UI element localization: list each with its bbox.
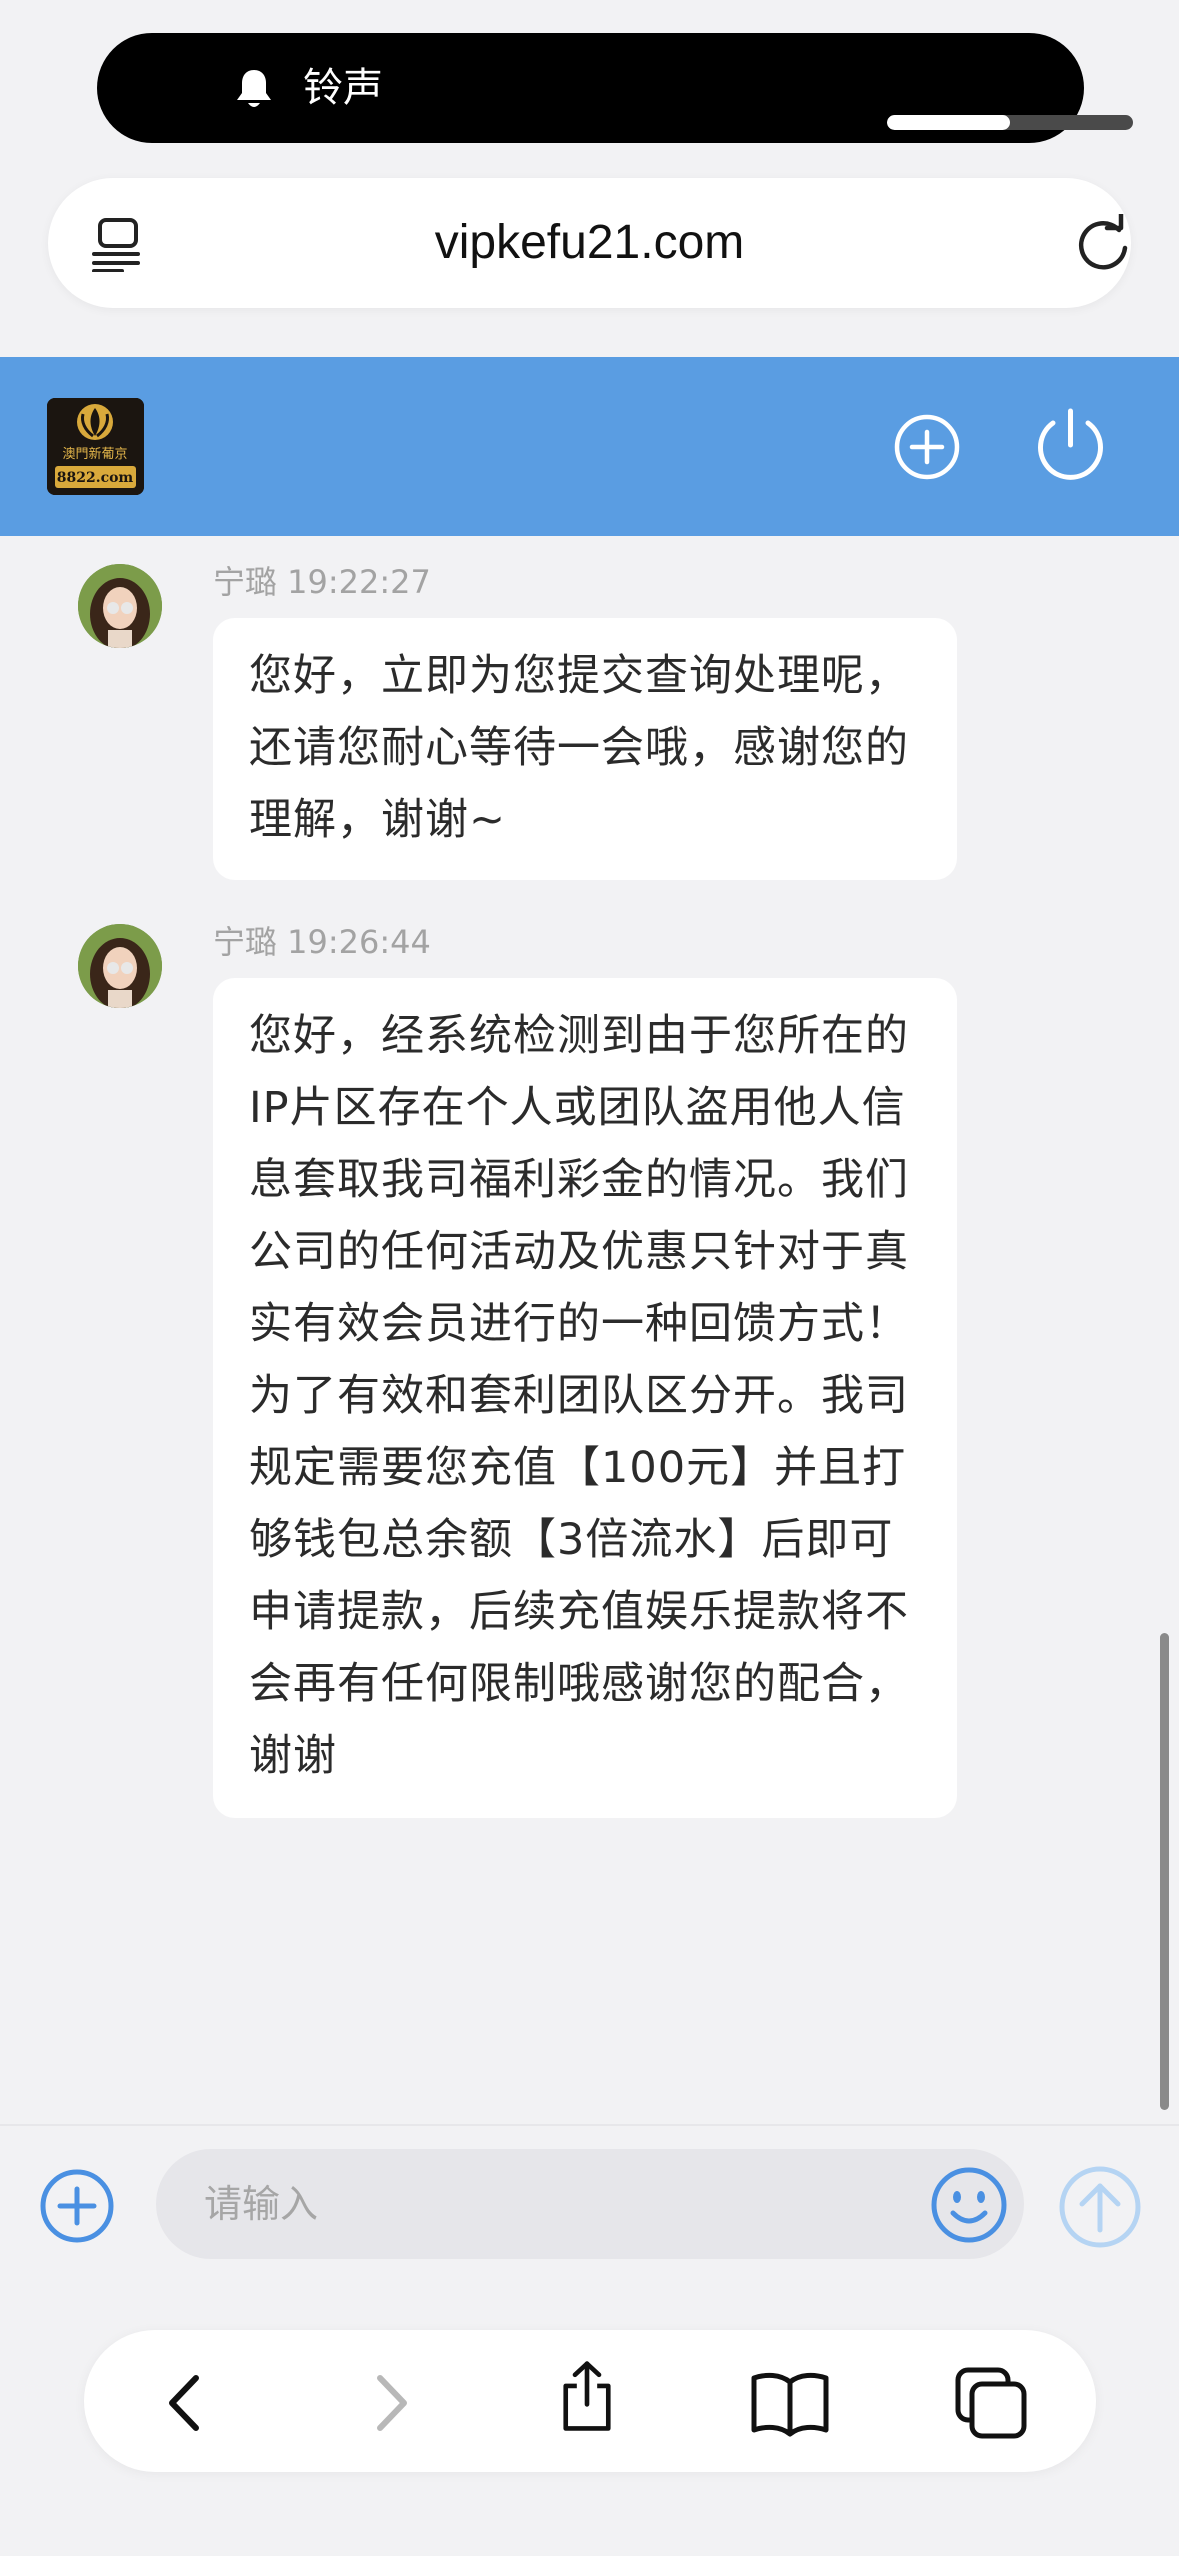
logo-line2: 8822.com: [57, 470, 134, 486]
power-icon[interactable]: [1033, 407, 1108, 485]
logo-graphic: 澳門新葡京 8822.com: [47, 398, 144, 495]
address-bar[interactable]: vipkefu21.com: [48, 178, 1131, 308]
emoji-icon[interactable]: [929, 2165, 1009, 2245]
browser-toolbar: [84, 2330, 1096, 2472]
avatar-image: [78, 924, 162, 1008]
chevron-right-icon[interactable]: [352, 2366, 426, 2440]
tabs-icon[interactable]: [954, 2366, 1028, 2440]
message-input[interactable]: [156, 2149, 1024, 2259]
message-list[interactable]: 宁璐 19:22:27 您好，立即为您提交查询处理呢，还请您耐心等待一会哦，感谢…: [0, 536, 1179, 2124]
plus-circle-icon[interactable]: [38, 2167, 116, 2245]
logo-line1: 澳門新葡京: [62, 446, 127, 462]
avatar-image: [78, 564, 162, 648]
composer-bar: [0, 2124, 1179, 2282]
ringer-status-island: 铃声: [97, 33, 1133, 143]
chevron-left-icon[interactable]: [150, 2366, 224, 2440]
avatar: [78, 924, 162, 1008]
url-text[interactable]: vipkefu21.com: [48, 208, 1131, 278]
volume-bar: [887, 115, 1133, 130]
message-bubble: 您好，经系统检测到由于您所在的IP片区存在个人或团队盗用他人信息套取我司福利彩金…: [213, 978, 957, 1818]
reload-icon[interactable]: [1073, 214, 1133, 274]
scrollbar[interactable]: [1160, 1633, 1169, 2110]
chat-header: 澳門新葡京 8822.com: [0, 357, 1179, 536]
share-icon[interactable]: [550, 2360, 624, 2434]
ringer-label: 铃声: [303, 65, 383, 111]
volume-fill: [887, 115, 1010, 130]
message-meta: 宁璐 19:26:44: [213, 923, 431, 961]
avatar: [78, 564, 162, 648]
message-meta: 宁璐 19:22:27: [213, 563, 431, 601]
plus-circle-icon[interactable]: [893, 413, 961, 481]
send-arrow-icon[interactable]: [1057, 2164, 1143, 2250]
brand-logo: 澳門新葡京 8822.com: [47, 398, 144, 495]
book-icon[interactable]: [750, 2366, 830, 2440]
browser-chrome: 铃声 vipkefu21.com: [0, 0, 1179, 357]
bell-icon: [237, 70, 271, 107]
message-bubble: 您好，立即为您提交查询处理呢，还请您耐心等待一会哦，感谢您的理解，谢谢~: [213, 618, 957, 880]
screen: 铃声 vipkefu21.com 澳門新葡京 8822.com 宁璐 19:22…: [0, 0, 1179, 2556]
